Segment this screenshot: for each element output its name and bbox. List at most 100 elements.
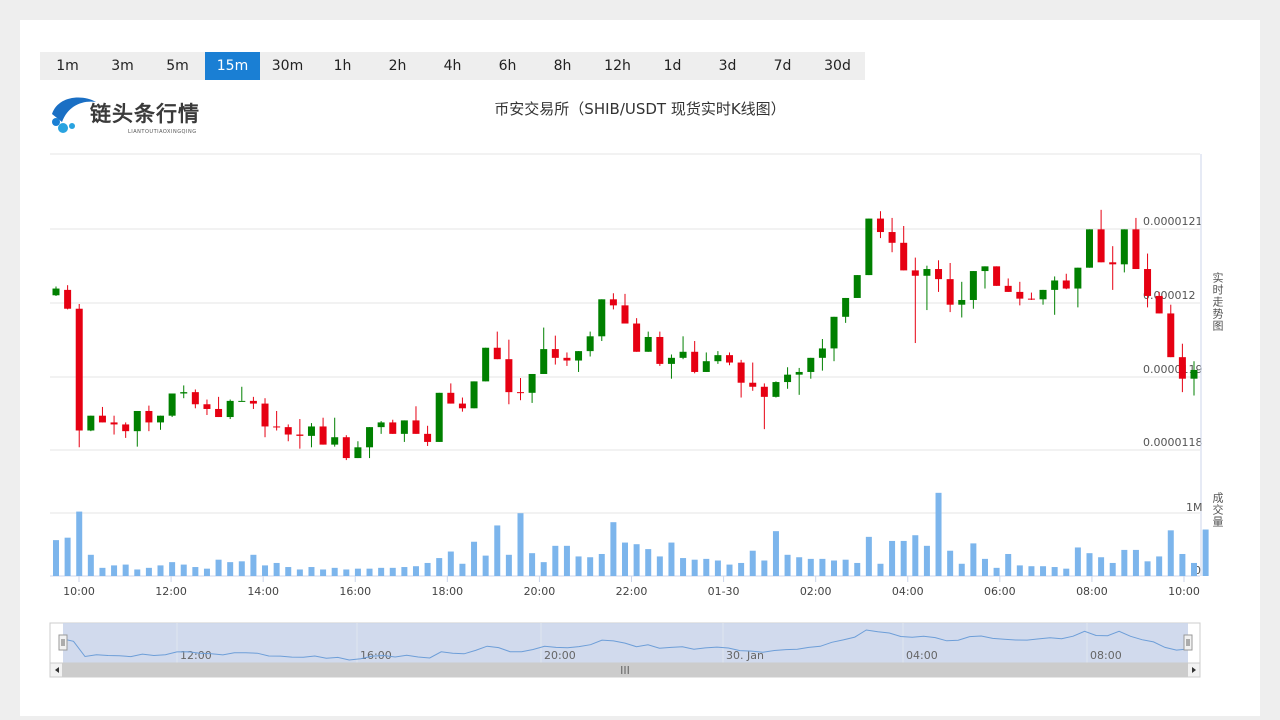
volume-bar[interactable] [1179,553,1186,576]
volume-bar[interactable] [401,567,408,576]
volume-bar[interactable] [529,553,536,576]
volume-bar[interactable] [656,556,663,576]
volume-bar[interactable] [691,559,698,576]
candle-down[interactable] [1155,295,1163,314]
volume-bar[interactable] [1051,567,1058,576]
volume-bar[interactable] [354,568,361,576]
candle-up[interactable] [331,437,339,445]
candle-up[interactable] [644,336,652,352]
volume-bar[interactable] [1098,557,1105,576]
volume-bar[interactable] [192,567,199,576]
candle-down[interactable] [296,434,304,436]
kline-chart[interactable]: 0.00001210.0000120.00001190.00001181M010… [0,0,1280,720]
candle-down[interactable] [1004,285,1012,292]
volume-bar[interactable] [250,554,257,576]
volume-bar[interactable] [1074,547,1081,576]
candle-down[interactable] [122,424,130,432]
volume-bar[interactable] [1156,556,1163,576]
volume-bar[interactable] [865,536,872,576]
volume-bar[interactable] [343,569,350,576]
candle-up[interactable] [180,392,188,394]
volume-bar[interactable] [622,542,628,576]
candle-down[interactable] [261,403,269,427]
candle-up[interactable] [702,361,710,372]
candle-up[interactable] [679,351,687,358]
volume-bar[interactable] [494,525,501,576]
candle-up[interactable] [923,269,931,276]
candle-up[interactable] [865,218,873,276]
candle-up[interactable] [1085,229,1093,268]
volume-bar[interactable] [796,557,803,576]
candle-down[interactable] [993,266,1001,286]
volume-bar[interactable] [645,549,652,576]
candle-up[interactable] [853,275,861,298]
candle-down[interactable] [284,427,292,435]
candle-up[interactable] [168,393,176,416]
volume-bar[interactable] [993,567,1000,576]
candle-up[interactable] [133,410,141,432]
volume-bar[interactable] [610,522,617,576]
volume-bar[interactable] [308,567,315,576]
candle-down[interactable] [691,351,699,372]
candle-down[interactable] [621,305,629,324]
volume-bar[interactable] [772,531,779,576]
candle-up[interactable] [400,420,408,434]
candle-down[interactable] [273,426,281,428]
candle-down[interactable] [760,386,768,397]
volume-bar[interactable] [540,562,547,576]
volume-bar[interactable] [784,554,791,576]
candle-up[interactable] [586,336,594,352]
volume-bar[interactable] [1121,549,1128,576]
volume-bar[interactable] [761,560,768,576]
volume-bar[interactable] [87,554,94,576]
volume-bar[interactable] [1202,529,1209,576]
volume-bar[interactable] [459,563,466,576]
candle-up[interactable] [795,371,803,375]
candle-down[interactable] [493,347,501,360]
candle-down[interactable] [516,392,524,394]
candle-up[interactable] [714,355,722,362]
candle-down[interactable] [249,400,257,404]
volume-bar[interactable] [912,535,919,576]
candle-up[interactable] [1039,289,1047,300]
volume-bar[interactable] [412,566,419,576]
candle-down[interactable] [946,279,954,305]
volume-bar[interactable] [958,563,965,576]
volume-bar[interactable] [203,568,210,576]
volume-bar[interactable] [53,540,59,576]
candle-up[interactable] [528,373,536,393]
candle-up[interactable] [807,357,815,372]
candle-up[interactable] [842,297,850,317]
candle-up[interactable] [575,351,583,361]
volume-bar[interactable] [947,550,954,576]
volume-bar[interactable] [447,551,454,576]
candle-up[interactable] [981,266,989,272]
candle-down[interactable] [75,308,83,431]
candle-down[interactable] [98,415,106,423]
candle-down[interactable] [1062,280,1070,289]
volume-bar[interactable] [169,562,176,576]
candle-down[interactable] [1016,291,1024,299]
candle-up[interactable] [307,426,315,436]
volume-bar[interactable] [366,568,373,576]
candle-down[interactable] [110,422,118,425]
candle-down[interactable] [1109,262,1117,265]
candle-up[interactable] [87,415,95,431]
candle-up[interactable] [1190,369,1198,379]
candle-down[interactable] [609,299,617,306]
candle-up[interactable] [226,400,234,418]
volume-bar[interactable] [482,555,489,576]
volume-bar[interactable] [320,569,327,576]
volume-bar[interactable] [563,545,570,576]
candle-up[interactable] [969,271,977,300]
volume-bar[interactable] [842,559,849,576]
candle-down[interactable] [1027,298,1035,300]
volume-bar[interactable] [99,567,106,576]
candle-down[interactable] [551,349,559,358]
candle-up[interactable] [482,347,490,382]
volume-bar[interactable] [180,564,187,576]
candle-up[interactable] [435,392,443,442]
volume-bar[interactable] [923,545,930,576]
volume-bar[interactable] [889,540,896,576]
candle-up[interactable] [52,288,60,296]
